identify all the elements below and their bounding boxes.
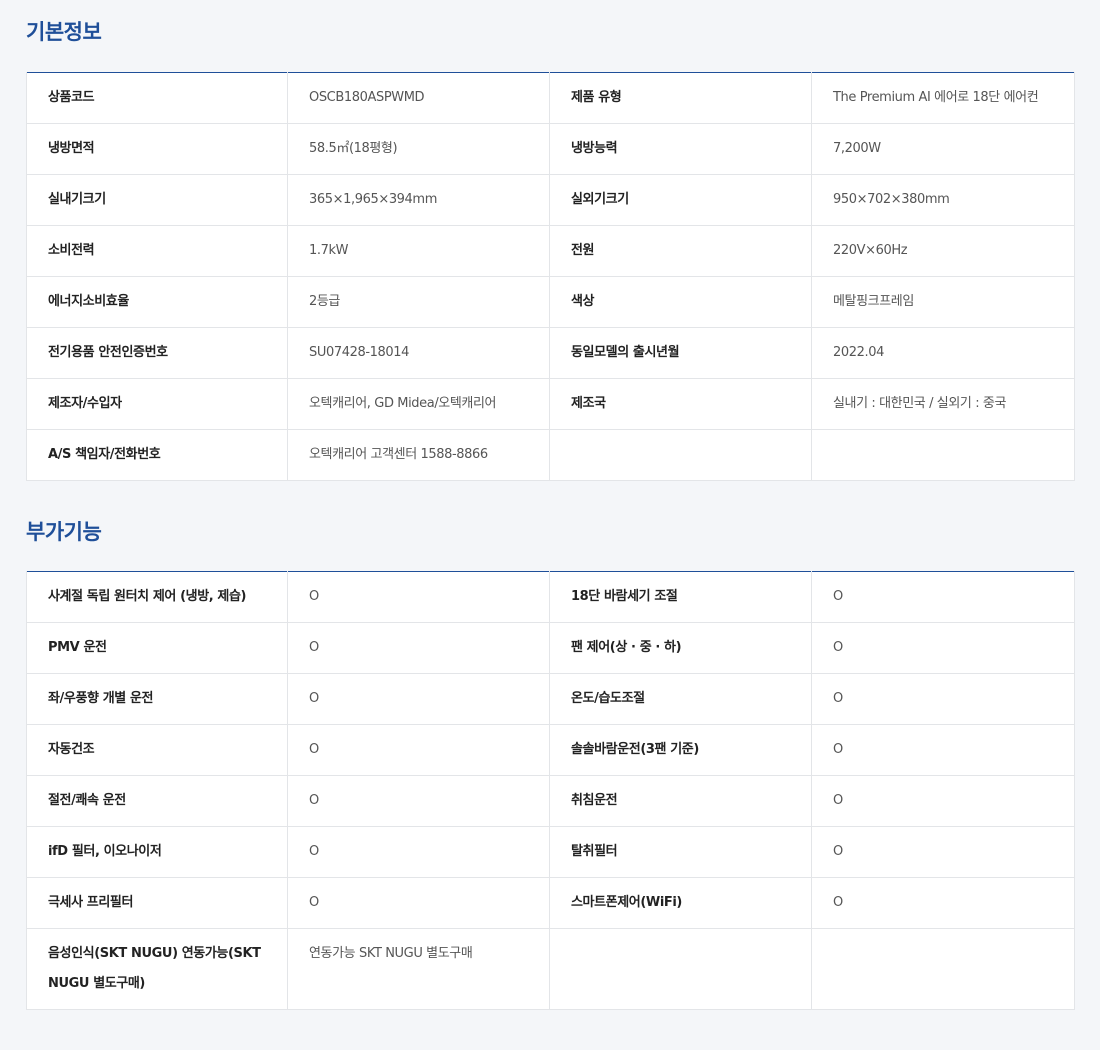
spec-value: O <box>811 877 1075 929</box>
spec-label: 솔솔바람운전(3팬 기준) <box>549 724 812 776</box>
spec-value: 950×702×380mm <box>811 174 1075 226</box>
table-row: 사계절 독립 원터치 제어 (냉방, 제습) O 18단 바람세기 조절 O <box>26 571 1075 623</box>
spec-value: 오텍캐리어, GD Midea/오텍캐리어 <box>287 378 550 430</box>
spec-value: O <box>287 571 550 623</box>
product-spec-page: 기본정보 상품코드 OSCB180ASPWMD 제품 유형 The Premium A… <box>0 0 1100 1050</box>
spec-label: 18단 바람세기 조절 <box>549 571 812 623</box>
extra-features-table-body: 사계절 독립 원터치 제어 (냉방, 제습) O 18단 바람세기 조절 O PMV 운… <box>26 571 1075 1010</box>
spec-label: 냉방능력 <box>549 123 812 175</box>
spec-value: O <box>811 775 1075 827</box>
spec-label: 사계절 독립 원터치 제어 (냉방, 제습) <box>26 571 288 623</box>
spec-label: 스마트폰제어(WiFi) <box>549 877 812 929</box>
table-row: 자동건조 O 솔솔바람운전(3팬 기준) O <box>26 724 1075 776</box>
spec-label: 좌/우풍향 개별 운전 <box>26 673 288 725</box>
table-row: 상품코드 OSCB180ASPWMD 제품 유형 The Premium AI 에어로… <box>26 72 1075 124</box>
spec-label: 전기용품 안전인증번호 <box>26 327 288 379</box>
spec-value: O <box>287 826 550 878</box>
extra-features-table: 사계절 독립 원터치 제어 (냉방, 제습) O 18단 바람세기 조절 O PMV 운… <box>26 571 1075 1010</box>
spec-value: SU07428-18014 <box>287 327 550 379</box>
spec-label: ifD 필터, 이오나이저 <box>26 826 288 878</box>
section-title-extra-features: 부가기능 <box>26 520 102 544</box>
spec-value: O <box>811 622 1075 674</box>
spec-value: 1.7kW <box>287 225 550 277</box>
table-row: 냉방면적 58.5㎡(18평형) 냉방능력 7,200W <box>26 123 1075 175</box>
spec-value: 2등급 <box>287 276 550 328</box>
table-row: 실내기크기 365×1,965×394mm 실외기크기 950×702×380mm <box>26 174 1075 226</box>
spec-value: 365×1,965×394mm <box>287 174 550 226</box>
table-row: 좌/우풍향 개별 운전 O 온도/습도조절 O <box>26 673 1075 725</box>
spec-label: 동일모델의 출시년월 <box>549 327 812 379</box>
spec-label: 제조자/수입자 <box>26 378 288 430</box>
spec-label: 소비전력 <box>26 225 288 277</box>
spec-value: 연동가능 SKT NUGU 별도구매 <box>287 928 550 1010</box>
table-row: 에너지소비효율 2등급 색상 메탈핑크프레임 <box>26 276 1075 328</box>
spec-label: 전원 <box>549 225 812 277</box>
spec-value: 220V×60Hz <box>811 225 1075 277</box>
spec-label: 에너지소비효율 <box>26 276 288 328</box>
spec-label <box>549 429 812 481</box>
spec-label: 제품 유형 <box>549 72 812 124</box>
table-row: PMV 운전 O 팬 제어(상 · 중 · 하) O <box>26 622 1075 674</box>
spec-label: A/S 책임자/전화번호 <box>26 429 288 481</box>
spec-label <box>549 928 812 1010</box>
spec-label: PMV 운전 <box>26 622 288 674</box>
spec-value: 메탈핑크프레임 <box>811 276 1075 328</box>
spec-value <box>811 928 1075 1010</box>
spec-value: 2022.04 <box>811 327 1075 379</box>
basic-info-table-body: 상품코드 OSCB180ASPWMD 제품 유형 The Premium AI 에어로… <box>26 72 1075 481</box>
spec-label: 자동건조 <box>26 724 288 776</box>
spec-value: O <box>811 826 1075 878</box>
spec-label: 상품코드 <box>26 72 288 124</box>
spec-value: 7,200W <box>811 123 1075 175</box>
table-row: 음성인식(SKT NUGU) 연동가능(SKT NUGU 별도구매) 연동가능 S… <box>26 928 1075 1010</box>
spec-value: O <box>811 673 1075 725</box>
spec-value: 58.5㎡(18평형) <box>287 123 550 175</box>
spec-label: 제조국 <box>549 378 812 430</box>
section-title-basic-info: 기본정보 <box>26 20 102 44</box>
spec-label: 실내기크기 <box>26 174 288 226</box>
table-row: 전기용품 안전인증번호 SU07428-18014 동일모델의 출시년월 2022.0… <box>26 327 1075 379</box>
spec-label: 탈취필터 <box>549 826 812 878</box>
table-row: ifD 필터, 이오나이저 O 탈취필터 O <box>26 826 1075 878</box>
spec-label: 색상 <box>549 276 812 328</box>
spec-value: O <box>811 724 1075 776</box>
table-row: 극세사 프리필터 O 스마트폰제어(WiFi) O <box>26 877 1075 929</box>
table-row: 제조자/수입자 오텍캐리어, GD Midea/오텍캐리어 제조국 실내기 : 대한민… <box>26 378 1075 430</box>
spec-value: 오텍캐리어 고객센터 1588-8866 <box>287 429 550 481</box>
spec-value: The Premium AI 에어로 18단 에어컨 <box>811 72 1075 124</box>
spec-label: 온도/습도조절 <box>549 673 812 725</box>
spec-label: 음성인식(SKT NUGU) 연동가능(SKT NUGU 별도구매) <box>26 928 288 1010</box>
spec-value: O <box>287 877 550 929</box>
spec-label: 취침운전 <box>549 775 812 827</box>
spec-value: O <box>287 775 550 827</box>
spec-label: 극세사 프리필터 <box>26 877 288 929</box>
spec-value: O <box>287 622 550 674</box>
spec-value: O <box>287 724 550 776</box>
table-row: 소비전력 1.7kW 전원 220V×60Hz <box>26 225 1075 277</box>
table-row: A/S 책임자/전화번호 오텍캐리어 고객센터 1588-8866 <box>26 429 1075 481</box>
spec-label: 절전/쾌속 운전 <box>26 775 288 827</box>
spec-value: OSCB180ASPWMD <box>287 72 550 124</box>
spec-label: 냉방면적 <box>26 123 288 175</box>
spec-label: 실외기크기 <box>549 174 812 226</box>
spec-value: 실내기 : 대한민국 / 실외기 : 중국 <box>811 378 1075 430</box>
basic-info-table: 상품코드 OSCB180ASPWMD 제품 유형 The Premium AI 에어로… <box>26 72 1075 481</box>
spec-value <box>811 429 1075 481</box>
spec-value: O <box>811 571 1075 623</box>
spec-value: O <box>287 673 550 725</box>
spec-label: 팬 제어(상 · 중 · 하) <box>549 622 812 674</box>
table-row: 절전/쾌속 운전 O 취침운전 O <box>26 775 1075 827</box>
